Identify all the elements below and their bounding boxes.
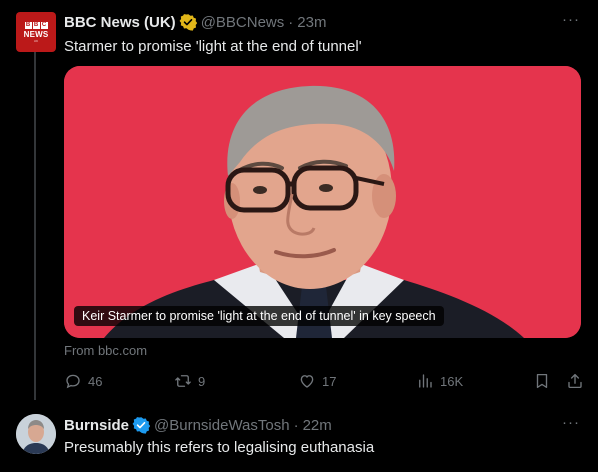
burnside-avatar[interactable] (16, 414, 56, 454)
reply-text: Presumably this refers to legalising eut… (64, 439, 375, 456)
bbc-logo-blocks: B B C (24, 21, 48, 29)
speech-bubble-icon (66, 374, 80, 389)
more-options-button[interactable]: ··· (562, 11, 580, 28)
tweet-timestamp[interactable]: 23m (297, 14, 326, 31)
retweet-icon (175, 375, 191, 387)
like-count: 17 (322, 373, 337, 389)
tweet-header: BBC News (UK) @BBCNews · 23m (64, 12, 326, 32)
share-button[interactable] (566, 372, 584, 390)
card-source[interactable]: From bbc.com (64, 343, 147, 358)
bbc-logo-block: B (32, 21, 40, 29)
separator-dot: · (288, 13, 294, 31)
reply-action[interactable]: 46 (64, 372, 102, 390)
tweet-actions-bar: 46 9 17 16K (64, 372, 586, 392)
bbc-logo-block: C (40, 21, 48, 29)
reply-more-options-button[interactable]: ··· (562, 414, 580, 431)
reply-timestamp[interactable]: 22m (303, 417, 332, 434)
heart-icon (300, 375, 314, 388)
card-photo (64, 66, 581, 338)
bbc-logo-small-text: UK (33, 38, 39, 43)
bookmark-button[interactable] (533, 372, 551, 390)
link-preview-card[interactable]: Keir Starmer to promise 'light at the en… (64, 66, 581, 338)
views-action[interactable]: 16K (416, 372, 463, 390)
separator-dot: · (293, 416, 299, 434)
view-count: 16K (440, 373, 464, 389)
reply-header: Burnside @BurnsideWasTosh · 22m (64, 415, 332, 435)
retweet-action[interactable]: 9 (174, 372, 205, 390)
like-action[interactable]: 17 (298, 372, 336, 390)
bbc-logo-news-text: NEWS (23, 29, 49, 39)
gold-verified-badge-icon[interactable] (179, 13, 197, 31)
thread-connector-line (34, 50, 36, 400)
blue-verified-badge-icon[interactable] (132, 416, 151, 434)
avatar-photo (16, 414, 56, 454)
card-caption: Keir Starmer to promise 'light at the en… (74, 306, 444, 326)
tweet-text: Starmer to promise 'light at the end of … (64, 38, 362, 55)
bookmark-icon (536, 373, 548, 389)
bar-chart-icon (419, 374, 432, 388)
share-icon (568, 373, 582, 389)
author-handle[interactable]: @BBCNews (201, 14, 285, 31)
reply-count: 46 (88, 373, 103, 389)
bbc-news-avatar[interactable]: B B C NEWS UK (16, 12, 56, 52)
reply-author-name[interactable]: Burnside (64, 417, 129, 434)
reply-author-handle[interactable]: @BurnsideWasTosh (154, 417, 290, 434)
bbc-logo-block: B (24, 21, 32, 29)
retweet-count: 9 (198, 373, 206, 389)
author-name[interactable]: BBC News (UK) (64, 14, 176, 31)
